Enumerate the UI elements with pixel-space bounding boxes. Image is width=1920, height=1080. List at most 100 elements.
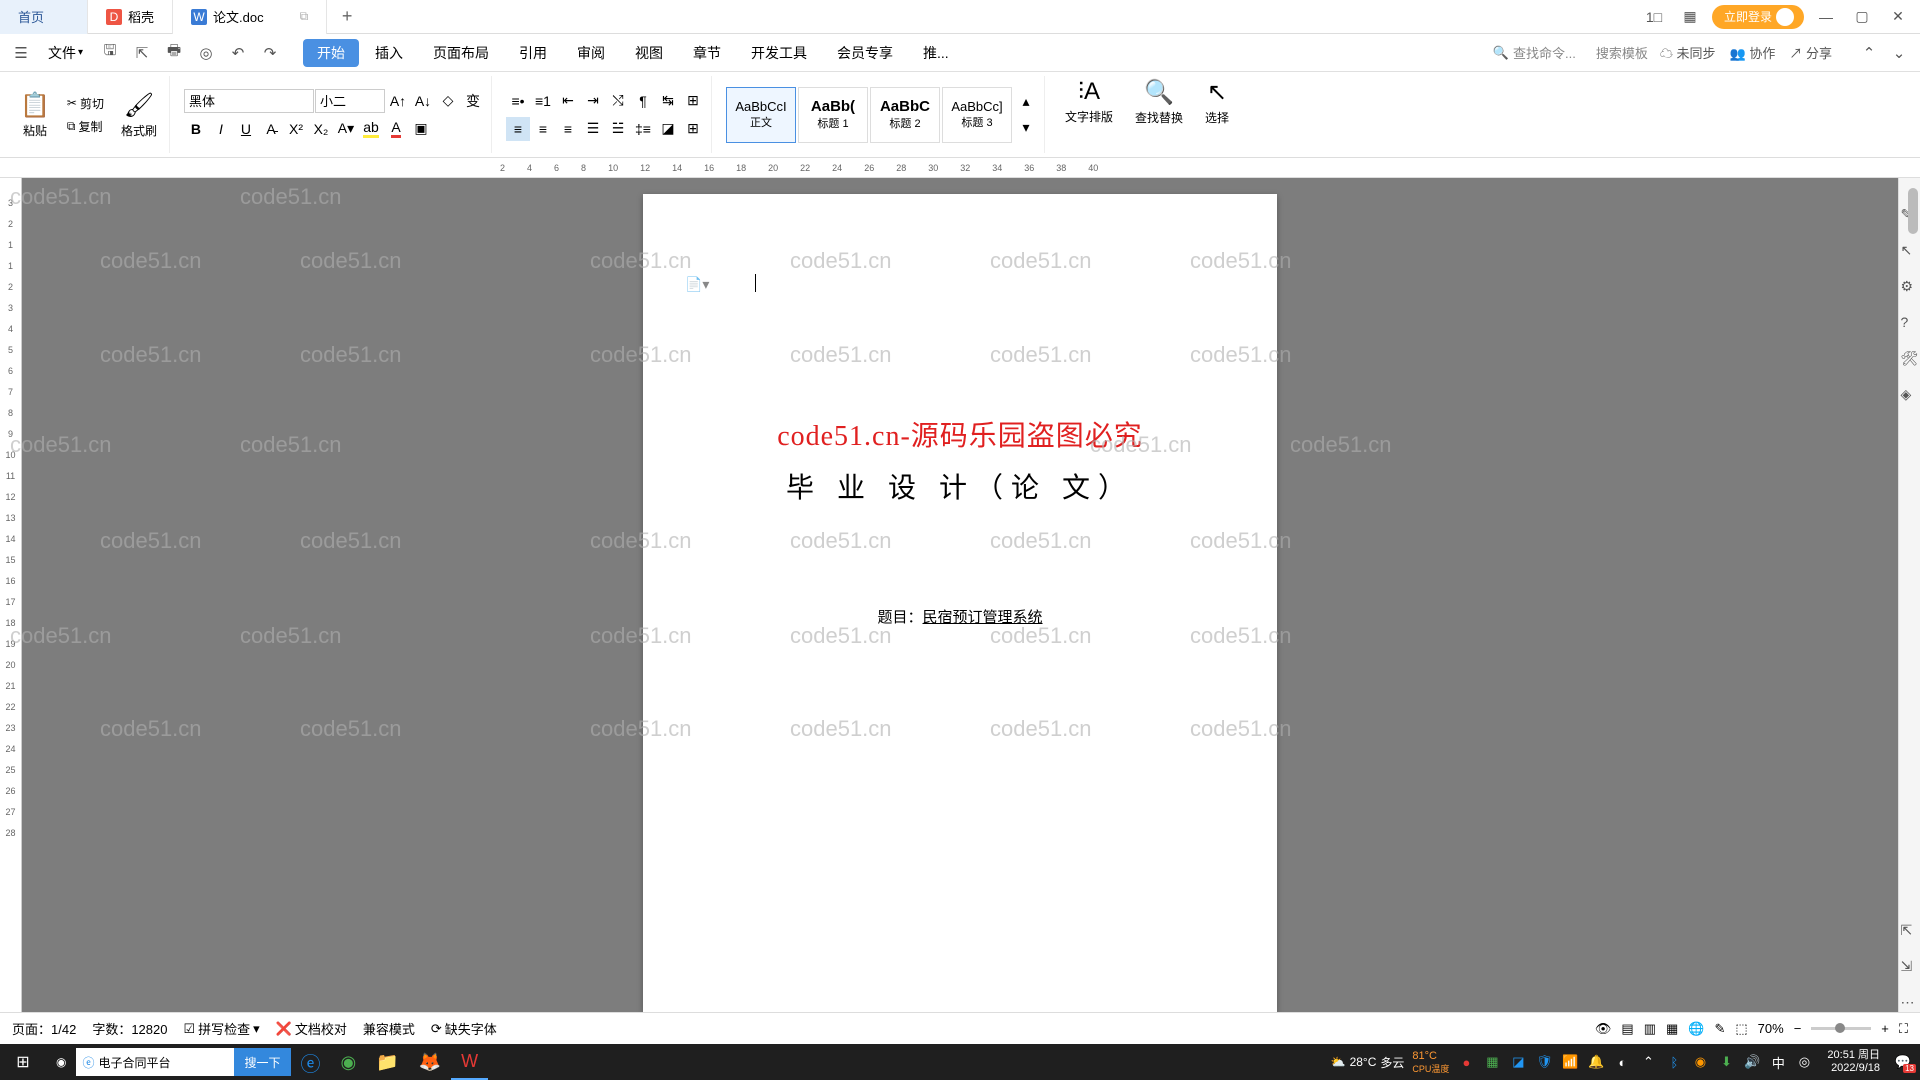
format-painter-button[interactable]: 🖌格式刷 <box>115 89 163 141</box>
tab-window-icon[interactable]: ⧉ <box>300 9 309 24</box>
sync-status[interactable]: ☁ 未同步 <box>1660 43 1716 62</box>
phonetic-icon[interactable]: 变 <box>461 89 485 113</box>
weather-widget[interactable]: ⛅ 28°C 多云 <box>1331 1054 1405 1071</box>
menu-tab-more[interactable]: 推... <box>909 39 963 67</box>
style-h3[interactable]: AaBbCc]标题 3 <box>942 87 1012 143</box>
ribbon-collapse-down-icon[interactable]: ⌄ <box>1886 40 1912 66</box>
char-border-button[interactable]: ▣ <box>409 117 433 141</box>
cursor-tool-icon[interactable]: ↖ <box>1901 242 1919 260</box>
close-button[interactable]: ✕ <box>1884 3 1912 31</box>
menu-tab-reference[interactable]: 引用 <box>505 39 561 67</box>
tray-chevron-icon[interactable]: ⌃ <box>1639 1053 1657 1071</box>
menu-tab-view[interactable]: 视图 <box>621 39 677 67</box>
taskbar-explorer[interactable]: 📁 <box>366 1044 408 1080</box>
tray-icon-6[interactable]: ⬇ <box>1717 1053 1735 1071</box>
text-effects-button[interactable]: A▾ <box>334 117 358 141</box>
grid-apps-icon[interactable]: ▦ <box>1676 3 1704 31</box>
help-icon[interactable]: ? <box>1901 314 1919 332</box>
collab-button[interactable]: 👥 协作 <box>1730 43 1776 62</box>
style-h2[interactable]: AaBbC标题 2 <box>870 87 940 143</box>
settings-sliders-icon[interactable]: ⚙ <box>1901 278 1919 296</box>
scroll-up-icon[interactable]: ⇱ <box>1901 922 1919 940</box>
clear-format-icon[interactable]: ◇ <box>436 89 460 113</box>
page-options-icon[interactable]: 📄▾ <box>685 276 709 293</box>
tray-notification-icon[interactable]: 🔔 <box>1587 1053 1605 1071</box>
taskbar-360[interactable]: ◉ <box>331 1044 367 1080</box>
taskbar-ie[interactable]: ⓔ <box>291 1044 331 1080</box>
document-viewport[interactable]: 📄▾ code51.cn-源码乐园盗图必究 毕 业 设 计（论 文） 题目：民宿… <box>22 178 1898 1012</box>
distribute-button[interactable]: ☱ <box>606 117 630 141</box>
spellcheck-toggle[interactable]: ☑ 拼写检查 ▾ <box>183 1019 259 1038</box>
template-search[interactable]: 搜索模板 <box>1590 41 1654 64</box>
tools-icon[interactable]: 🛠 <box>1901 350 1919 368</box>
text-layout-button[interactable]: ⫶A文字排版 <box>1059 76 1119 153</box>
menu-icon[interactable]: ☰ <box>8 40 34 66</box>
print-icon[interactable]: 🖶 <box>161 40 187 66</box>
preview-icon[interactable]: ◎ <box>193 40 219 66</box>
underline-button[interactable]: U <box>234 117 258 141</box>
font-size-select[interactable] <box>315 89 385 113</box>
view-page-icon[interactable]: ▤ <box>1621 1021 1633 1037</box>
missing-font[interactable]: ⟳ 缺失字体 <box>431 1019 497 1038</box>
paste-button[interactable]: 📋粘贴 <box>14 89 56 141</box>
tray-shield-icon[interactable]: 🛡 <box>1535 1053 1553 1071</box>
tray-icon-7[interactable]: ◎ <box>1795 1053 1813 1071</box>
taskbar-search-button[interactable]: 搜一下 <box>234 1048 290 1076</box>
increase-font-icon[interactable]: A↑ <box>386 89 410 113</box>
decrease-font-icon[interactable]: A↓ <box>411 89 435 113</box>
menu-tab-devtools[interactable]: 开发工具 <box>737 39 821 67</box>
align-right-button[interactable]: ≡ <box>556 117 580 141</box>
increase-indent-button[interactable]: ⇥ <box>581 89 605 113</box>
export-icon[interactable]: ⇱ <box>129 40 155 66</box>
minimize-button[interactable]: — <box>1812 3 1840 31</box>
show-marks-button[interactable]: ¶ <box>631 89 655 113</box>
cpu-temp[interactable]: 81°C CPU温度 <box>1412 1050 1449 1075</box>
vertical-ruler[interactable]: 3211234567891011121314151617181920212223… <box>0 178 22 1012</box>
start-button[interactable]: ⊞ <box>0 1044 46 1080</box>
zoom-out-button[interactable]: − <box>1794 1021 1802 1036</box>
select-button[interactable]: ↖选择 <box>1199 76 1235 153</box>
style-h1[interactable]: AaBb(标题 1 <box>798 87 868 143</box>
sort-button[interactable]: ⤭ <box>606 89 630 113</box>
scrollbar-thumb[interactable] <box>1908 188 1918 234</box>
style-body[interactable]: AaBbCcI正文 <box>726 87 796 143</box>
fullscreen-icon[interactable]: ⛶ <box>1899 1021 1908 1037</box>
menu-tab-layout[interactable]: 页面布局 <box>419 39 503 67</box>
decrease-indent-button[interactable]: ⇤ <box>556 89 580 113</box>
menu-tab-vip[interactable]: 会员专享 <box>823 39 907 67</box>
highlight-button[interactable]: ab <box>359 117 383 141</box>
tray-wifi-icon[interactable]: 📶 <box>1561 1053 1579 1071</box>
tray-icon-5[interactable]: ◉ <box>1691 1053 1709 1071</box>
find-replace-button[interactable]: 🔍查找替换 <box>1129 76 1189 153</box>
shading-button[interactable]: ◪ <box>656 117 680 141</box>
cut-button[interactable]: ✂ 剪切 <box>64 94 107 113</box>
zoom-level[interactable]: 70% <box>1758 1021 1784 1036</box>
text-direction-button[interactable]: ⊞ <box>681 89 705 113</box>
menu-tab-start[interactable]: 开始 <box>303 39 359 67</box>
task-view-button[interactable]: ◉ <box>46 1044 76 1080</box>
menu-tab-insert[interactable]: 插入 <box>361 39 417 67</box>
tray-icon-3[interactable]: ◪ <box>1509 1053 1527 1071</box>
tray-icon-4[interactable]: ◐ <box>1613 1053 1631 1071</box>
taskbar-search[interactable]: ⓔ 电子合同平台 <box>76 1048 234 1076</box>
page-indicator[interactable]: 页面：1/42 <box>12 1019 76 1038</box>
font-name-select[interactable] <box>184 89 314 113</box>
taskbar-wps[interactable]: W <box>451 1044 488 1080</box>
superscript-button[interactable]: X² <box>284 117 308 141</box>
tray-icon-2[interactable]: ▦ <box>1483 1053 1501 1071</box>
borders-button[interactable]: ⊞ <box>681 117 705 141</box>
command-search[interactable]: 🔍 查找命令... <box>1487 41 1582 64</box>
style-scroll-up-icon[interactable]: ▴ <box>1014 90 1038 114</box>
tray-volume-icon[interactable]: 🔊 <box>1743 1053 1761 1071</box>
zoom-in-button[interactable]: + <box>1881 1021 1889 1036</box>
action-center-icon[interactable]: 💬13 <box>1894 1053 1912 1071</box>
taskbar-clock[interactable]: 20:51 周日 2022/9/18 <box>1821 1049 1886 1075</box>
line-spacing-button[interactable]: ‡≡ <box>631 117 655 141</box>
bold-button[interactable]: B <box>184 117 208 141</box>
login-button[interactable]: 立即登录 <box>1712 5 1804 29</box>
view-outline-icon[interactable]: ▥ <box>1644 1021 1656 1037</box>
eye-icon[interactable]: 👁 <box>1595 1021 1612 1037</box>
tab-docshell[interactable]: D 稻壳 <box>88 0 173 34</box>
tab-home[interactable]: 首页 <box>0 0 88 34</box>
tray-ime[interactable]: 中 <box>1769 1053 1787 1071</box>
